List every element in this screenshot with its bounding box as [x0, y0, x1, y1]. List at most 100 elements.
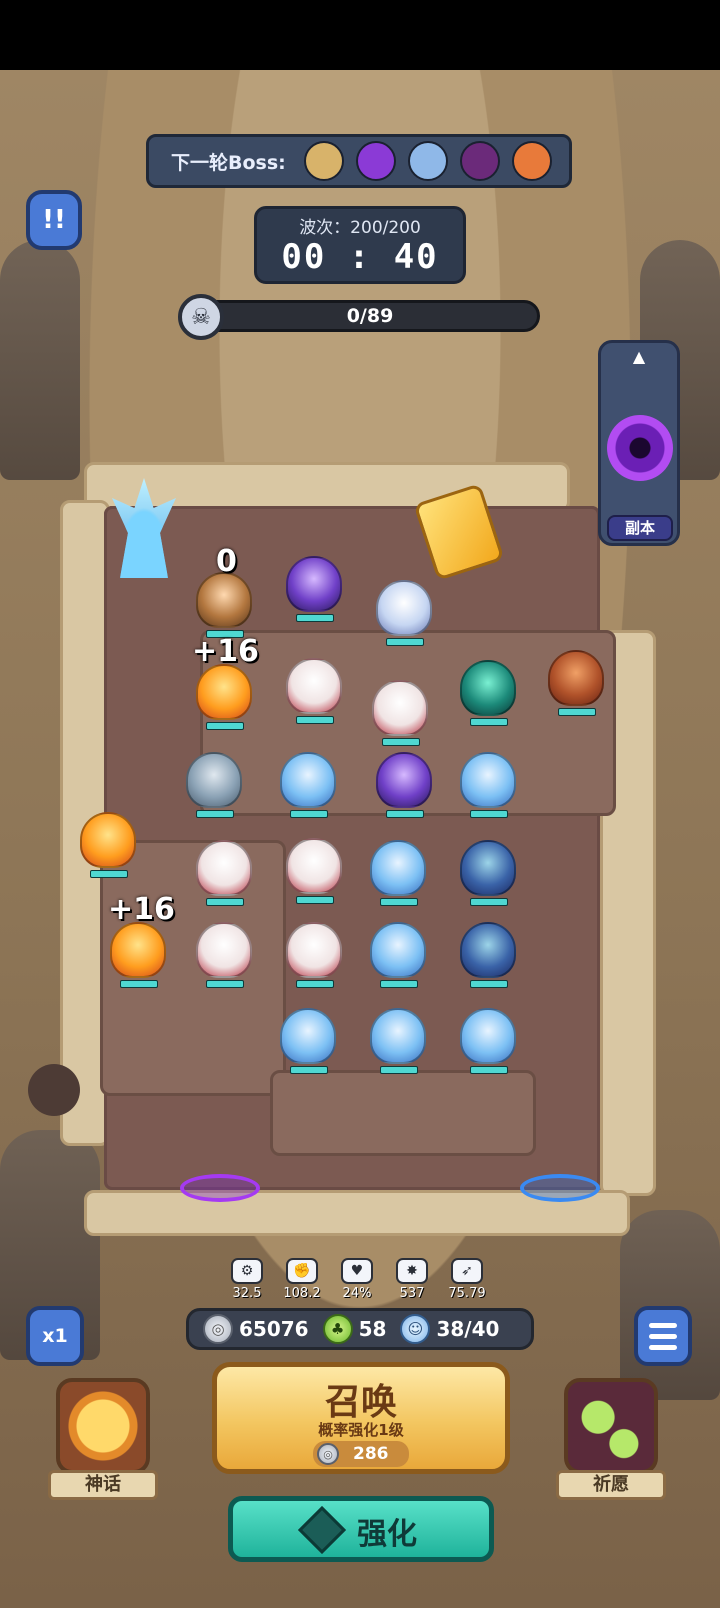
hero-unit[interactable]: [372, 680, 428, 746]
upgrade-button[interactable]: 强化: [228, 1496, 494, 1562]
unit-count: 38/40: [436, 1317, 500, 1341]
stat-lifesteal[interactable]: ♥ 24%: [332, 1258, 382, 1304]
upgrade-label: 强化: [357, 1517, 417, 1552]
bottom-right-statue: [620, 1210, 720, 1400]
clover-amount: 58: [358, 1317, 387, 1341]
hero-unit[interactable]: [286, 838, 342, 904]
menu-icon: [649, 1344, 677, 1350]
hero-unit[interactable]: [376, 752, 432, 818]
stat-crit[interactable]: ✸ 537: [387, 1258, 437, 1304]
hero-unit[interactable]: [196, 572, 252, 638]
kill-progress-text: 0/89: [346, 305, 394, 327]
fist-icon: ✊: [286, 1258, 318, 1284]
stat-value: 537: [399, 1286, 425, 1301]
kill-progress-bar: 0/89: [200, 300, 540, 332]
stat-value: 32.5: [232, 1286, 262, 1301]
dungeon-button[interactable]: 副本: [607, 515, 673, 541]
wave-panel: 波次：200/200 00 : 40: [254, 206, 466, 284]
hero-unit[interactable]: [460, 752, 516, 818]
heart-icon: ♥: [341, 1258, 373, 1284]
boss-avatar[interactable]: [355, 141, 396, 181]
menu-button[interactable]: [634, 1306, 692, 1366]
silver-resource: ◎ 65076: [203, 1314, 309, 1344]
gain-number: +16: [108, 892, 175, 927]
portal-icon[interactable]: [607, 415, 673, 481]
unit-count-resource: ☺ 38/40: [400, 1314, 499, 1344]
hero-unit[interactable]: [80, 812, 136, 878]
clover-resource: ♣ 58: [322, 1314, 387, 1344]
next-boss-label: 下一轮Boss:: [171, 151, 286, 174]
stat-attack-speed[interactable]: ⚙ 32.5: [222, 1258, 272, 1304]
hero-unit[interactable]: [286, 922, 342, 988]
hero-unit[interactable]: [280, 752, 336, 818]
hero-unit[interactable]: [286, 556, 342, 622]
myth-button[interactable]: 神话: [48, 1378, 158, 1502]
status-bar-blank: [0, 0, 720, 70]
skull-icon: ☠: [178, 294, 224, 340]
hero-unit[interactable]: [110, 922, 166, 988]
boss-avatar[interactable]: [459, 141, 500, 181]
silver-coin-icon: ◎: [317, 1443, 339, 1465]
silver-coin-icon: ◎: [203, 1314, 233, 1344]
hero-unit[interactable]: [370, 922, 426, 988]
stat-attack[interactable]: ✊ 108.2: [277, 1258, 327, 1304]
hero-unit[interactable]: [370, 1008, 426, 1074]
summon-button[interactable]: 召唤 概率强化1级 ◎ 286: [212, 1362, 510, 1474]
hero-unit[interactable]: [280, 1008, 336, 1074]
boss-avatar[interactable]: [303, 141, 344, 181]
myth-icon: [56, 1378, 150, 1474]
hero-unit[interactable]: [376, 580, 432, 646]
summon-title: 召唤: [324, 1382, 397, 1423]
clover-icon: [564, 1378, 658, 1474]
speed-label: x1: [42, 1325, 68, 1347]
crit-icon: ✸: [396, 1258, 428, 1284]
gear-icon: [28, 1064, 80, 1116]
summon-cost-value: 286: [353, 1444, 389, 1464]
boss-avatar[interactable]: [511, 141, 552, 181]
stat-value: 108.2: [283, 1286, 321, 1301]
wave-counter: 波次：200/200: [299, 218, 421, 238]
hero-unit[interactable]: [460, 840, 516, 906]
hero-unit[interactable]: [196, 922, 252, 988]
pray-button[interactable]: 祈愿: [556, 1378, 666, 1502]
hero-unit[interactable]: [196, 664, 252, 730]
myth-label: 神话: [48, 1470, 158, 1500]
stats-row: ⚙ 32.5 ✊ 108.2 ♥ 24% ✸ 537 ➶ 75.79: [222, 1258, 492, 1304]
gain-number: +16: [192, 634, 259, 669]
arena-wall-top: [84, 462, 570, 512]
attack-speed-icon: ⚙: [231, 1258, 263, 1284]
hero-unit[interactable]: [286, 658, 342, 724]
dungeon-panel[interactable]: ▲ 副本: [598, 340, 680, 546]
pause-icon: !!: [42, 205, 66, 235]
summon-cost: ◎ 286: [313, 1441, 409, 1467]
summon-subtitle: 概率强化1级: [318, 1421, 404, 1439]
inner-platform-right: [270, 1070, 536, 1156]
menu-icon: [649, 1333, 677, 1339]
upgrade-chevron-icon: [297, 1505, 347, 1555]
pause-button[interactable]: !!: [26, 190, 82, 250]
hero-unit[interactable]: [370, 840, 426, 906]
hero-unit[interactable]: [460, 660, 516, 726]
stat-value: 24%: [342, 1286, 372, 1301]
purple-spawn-circle: [180, 1174, 260, 1202]
silver-amount: 65076: [239, 1317, 309, 1341]
clover-icon: ♣: [322, 1314, 353, 1344]
bow-icon: ➶: [451, 1258, 483, 1284]
hero-unit[interactable]: [460, 1008, 516, 1074]
hero-unit[interactable]: [186, 752, 242, 818]
boss-avatar[interactable]: [407, 141, 448, 181]
chevron-up-icon[interactable]: ▲: [601, 347, 677, 366]
unit-count-icon: ☺: [400, 1314, 431, 1344]
wave-timer: 00 : 40: [281, 237, 439, 277]
stat-value: 75.79: [448, 1286, 486, 1301]
hero-unit[interactable]: [196, 840, 252, 906]
stat-range[interactable]: ➶ 75.79: [442, 1258, 492, 1304]
hero-unit[interactable]: [460, 922, 516, 988]
speed-button[interactable]: x1: [26, 1306, 84, 1366]
next-boss-bar[interactable]: 下一轮Boss:: [146, 134, 572, 188]
left-statue: [0, 240, 80, 480]
pray-label: 祈愿: [556, 1470, 666, 1500]
blue-spawn-circle: [520, 1174, 600, 1202]
hero-unit[interactable]: [548, 650, 604, 716]
menu-icon: [649, 1322, 677, 1328]
